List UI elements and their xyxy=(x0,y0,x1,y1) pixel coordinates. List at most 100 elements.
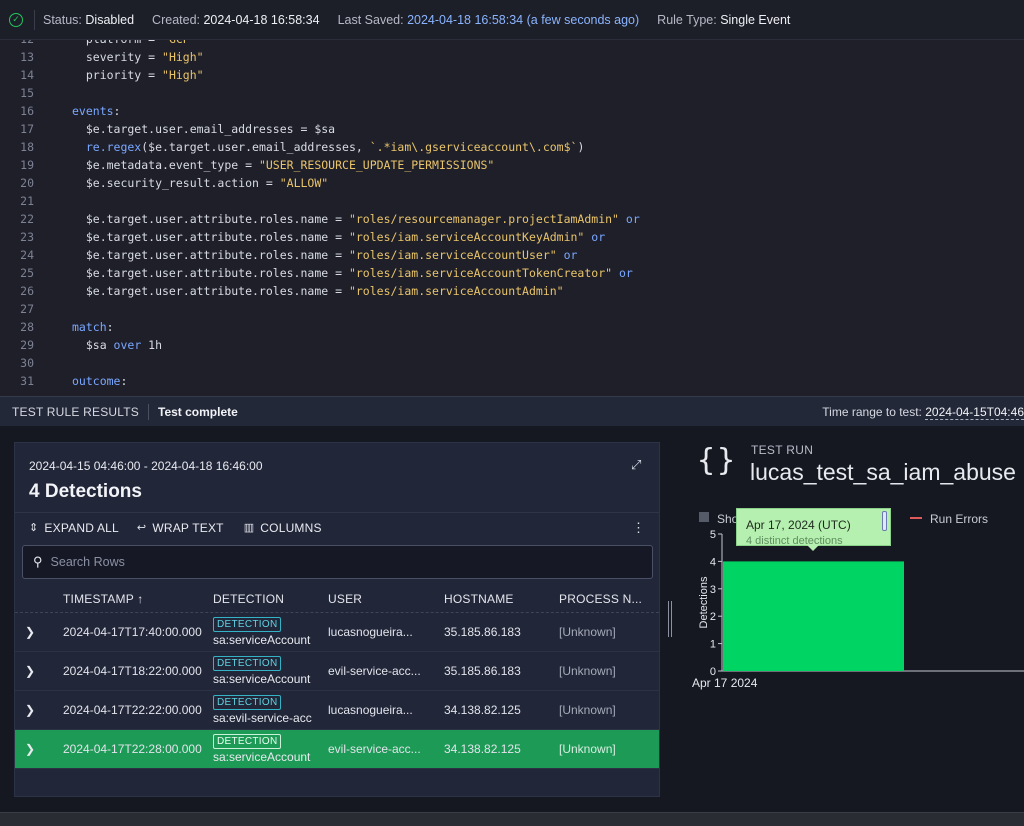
code-token: or xyxy=(556,248,578,262)
table-toolbar: ⇕ EXPAND ALL ↩ WRAP TEXT ▥ COLUMNS ⋮ xyxy=(15,512,659,542)
test-run-label: TEST RUN xyxy=(751,443,814,457)
line-number: 20 xyxy=(20,176,34,190)
code-token: $e.target.user.attribute.roles.name = xyxy=(72,230,349,244)
chevron-right-icon[interactable]: ❯ xyxy=(25,742,35,756)
wrap-icon: ↩ xyxy=(136,522,147,534)
code-line: 31 outcome: xyxy=(0,372,127,390)
column-timestamp[interactable]: TIMESTAMP ↑ xyxy=(63,592,143,606)
chevron-right-icon[interactable]: ❯ xyxy=(25,703,35,717)
column-process-name[interactable]: PROCESS N... xyxy=(559,592,642,606)
cell-timestamp: 2024-04-17T17:40:00.000 xyxy=(63,625,202,639)
code-token: : xyxy=(106,320,114,334)
code-token: over xyxy=(113,338,142,352)
table-header: TIMESTAMP ↑ DETECTION USER HOSTNAME PROC… xyxy=(15,585,659,613)
expand-icon[interactable]: ⤢ xyxy=(631,457,645,472)
rule-type-value: Single Event xyxy=(720,12,791,27)
code-token: "roles/iam.serviceAccountUser" xyxy=(348,248,557,262)
columns-label: COLUMNS xyxy=(260,520,322,535)
cell-detection[interactable]: DETECTION sa:evil-service-acc xyxy=(213,694,321,725)
more-options-icon[interactable]: ⋮ xyxy=(632,520,645,536)
expand-all-label: EXPAND ALL xyxy=(44,520,119,535)
code-token: : xyxy=(120,374,128,388)
created-value: 2024-04-18 16:58:34 xyxy=(203,12,320,27)
detection-badge: DETECTION xyxy=(213,734,282,749)
search-input[interactable] xyxy=(50,555,611,569)
code-token: : xyxy=(113,104,121,118)
cell-detection[interactable]: DETECTION sa:serviceAccount xyxy=(213,616,321,647)
cell-process-name: [Unknown] xyxy=(559,703,616,717)
status-bar: ✓ Status: Disabled Created: 2024-04-18 1… xyxy=(0,0,1024,40)
chart-bar[interactable] xyxy=(723,561,904,671)
status-value: Disabled xyxy=(85,12,135,27)
wrap-text-button[interactable]: ↩ WRAP TEXT xyxy=(137,521,224,535)
line-number: 29 xyxy=(20,338,34,352)
tooltip-scrollbar[interactable] xyxy=(882,511,887,531)
code-line: 17 $e.target.user.email_addresses = $sa xyxy=(0,120,335,138)
cell-timestamp: 2024-04-17T22:28:00.000 xyxy=(63,742,202,756)
line-number: 24 xyxy=(20,248,34,262)
cell-hostname: 35.185.86.183 xyxy=(444,625,521,639)
code-line: 21 xyxy=(0,192,72,210)
table-row[interactable]: ❯ 2024-04-17T22:28:00.000 DETECTION sa:serv… xyxy=(15,730,659,769)
legend-run-errors[interactable]: Run Errors xyxy=(930,512,988,526)
cell-process-name: [Unknown] xyxy=(559,742,616,756)
y-tick-label: 5 xyxy=(710,529,716,541)
time-range-label: Time range to test: xyxy=(822,405,922,419)
code-token: $e.target.user.attribute.roles.name = xyxy=(72,248,349,262)
table-row[interactable]: ❯ 2024-04-17T22:22:00.000 DETECTION sa:evil… xyxy=(15,691,659,730)
y-tick-label: 3 xyxy=(710,584,716,596)
detections-date-range: 2024-04-15 04:46:00 - 2024-04-18 16:46:0… xyxy=(29,459,263,473)
code-token: "High" xyxy=(162,68,204,82)
detection-value: sa:serviceAccount xyxy=(213,672,311,686)
line-number: 13 xyxy=(20,50,34,64)
code-line-partial: 12 platform = "GCP" xyxy=(0,40,197,48)
code-token: "roles/iam.serviceAccountKeyAdmin" xyxy=(348,230,585,244)
chevron-right-icon[interactable]: ❯ xyxy=(25,664,35,678)
code-token: severity = xyxy=(72,50,163,64)
legend-checkbox[interactable] xyxy=(699,512,709,522)
line-number: 18 xyxy=(20,140,34,154)
code-token: or xyxy=(618,212,640,226)
column-detection[interactable]: DETECTION xyxy=(213,592,284,606)
x-tick-label: Apr 17 2024 xyxy=(692,676,758,690)
chevron-right-icon[interactable]: ❯ xyxy=(25,625,35,639)
cell-hostname: 35.185.86.183 xyxy=(444,664,521,678)
y-tick-label: 2 xyxy=(710,611,716,623)
code-token: "ALLOW" xyxy=(279,176,329,190)
code-token: priority = xyxy=(72,68,163,82)
expand-all-button[interactable]: ⇕ EXPAND ALL xyxy=(29,521,119,535)
detections-count: 4 Detections xyxy=(29,481,142,502)
line-number: 14 xyxy=(20,68,34,82)
cell-hostname: 34.138.82.125 xyxy=(444,742,521,756)
cell-user: evil-service-acc... xyxy=(328,742,421,756)
table-row[interactable]: ❯ 2024-04-17T18:22:00.000 DETECTION sa:serv… xyxy=(15,652,659,691)
code-token: "roles/resourcemanager.projectIamAdmin" xyxy=(348,212,619,226)
code-token: or xyxy=(584,230,606,244)
columns-button[interactable]: ▥ COLUMNS xyxy=(244,521,322,535)
code-line: 27 xyxy=(0,300,72,318)
divider xyxy=(148,403,149,420)
test-state: Test complete xyxy=(158,404,238,419)
cell-detection[interactable]: DETECTION sa:serviceAccount xyxy=(213,655,321,686)
cell-process-name: [Unknown] xyxy=(559,625,616,639)
code-token: 1h xyxy=(141,338,163,352)
search-icon: ⚲ xyxy=(33,554,43,569)
y-tick-label: 4 xyxy=(710,556,716,568)
panel-resize-handle[interactable] xyxy=(668,601,672,637)
code-line: 23 $e.target.user.attribute.roles.name =… xyxy=(0,228,605,246)
column-user[interactable]: USER xyxy=(328,592,362,606)
divider xyxy=(34,9,35,30)
time-range-value[interactable]: 2024-04-15T04:46 xyxy=(925,405,1024,420)
code-line: 30 xyxy=(0,354,72,372)
cell-user: lucasnogueira... xyxy=(328,625,413,639)
y-axis-label: Detections xyxy=(698,576,710,628)
rule-code-editor[interactable]: 12 platform = "GCP" 13 severity = "High"… xyxy=(0,40,1024,396)
table-row[interactable]: ❯ 2024-04-17T17:40:00.000 DETECTION sa:serv… xyxy=(15,613,659,652)
time-range[interactable]: Time range to test: 2024-04-15T04:46 xyxy=(822,405,1024,420)
tooltip-arrow xyxy=(807,545,819,551)
column-hostname[interactable]: HOSTNAME xyxy=(444,592,514,606)
rule-type-info: Rule Type: Single Event xyxy=(657,13,790,27)
cell-detection[interactable]: DETECTION sa:serviceAccount xyxy=(213,733,321,764)
chart-tooltip: Apr 17, 2024 (UTC) 4 distinct detections xyxy=(736,508,891,551)
code-token: outcome xyxy=(72,374,121,388)
